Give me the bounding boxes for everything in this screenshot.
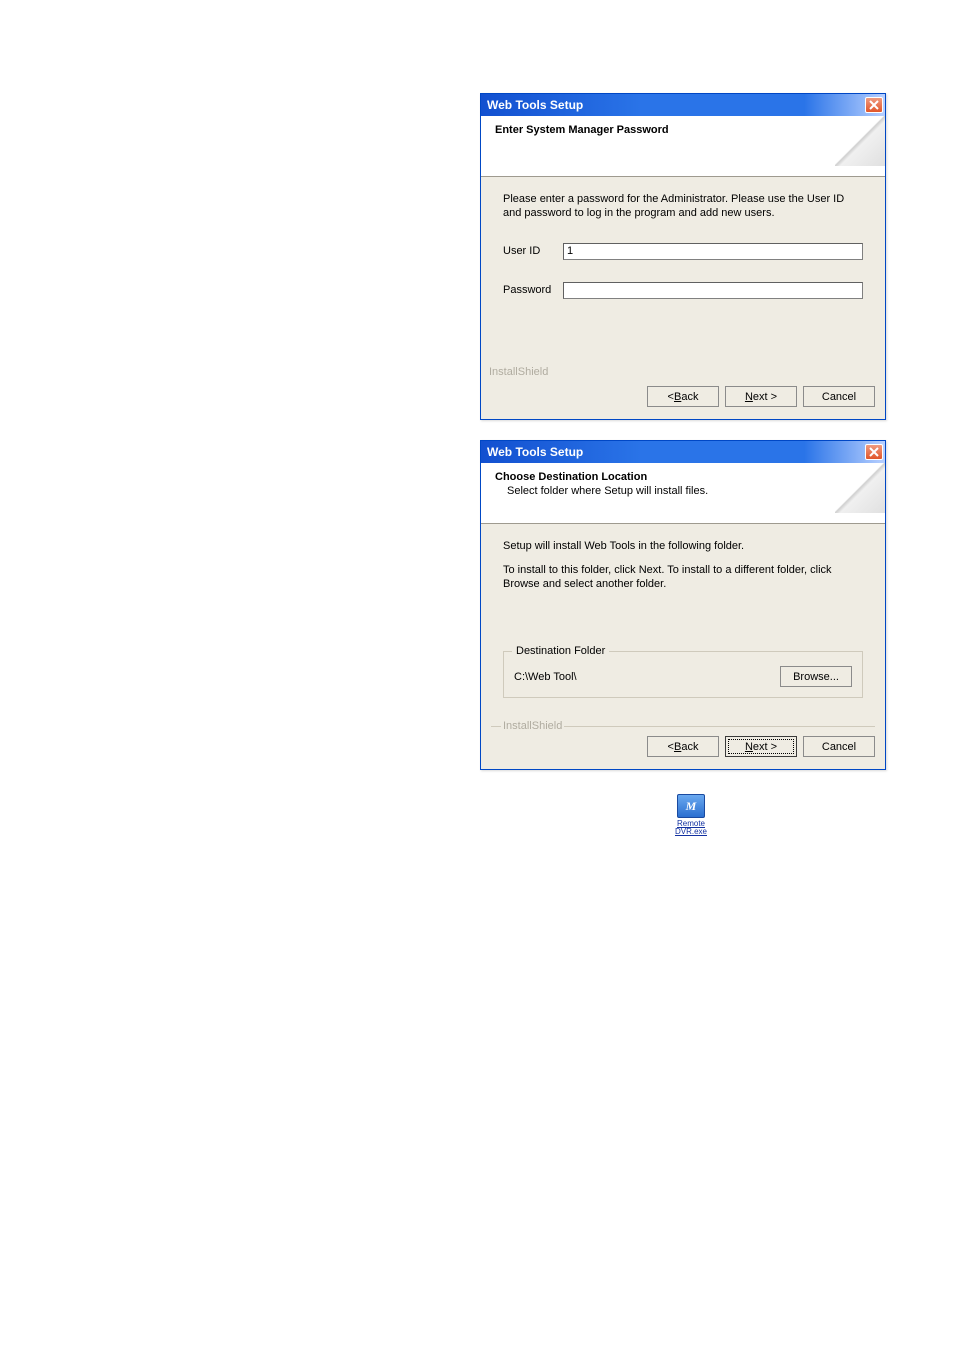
- titlebar[interactable]: Web Tools Setup: [481, 441, 885, 463]
- page-title: Choose Destination Location: [495, 471, 871, 483]
- dialog-body: Please enter a password for the Administ…: [481, 177, 885, 307]
- instruction-line2: To install to this folder, click Next. T…: [503, 564, 863, 592]
- group-title: Destination Folder: [512, 645, 609, 657]
- page-curl-graphic: [835, 116, 885, 166]
- back-button[interactable]: < Back: [647, 736, 719, 757]
- header-panel: Enter System Manager Password: [481, 116, 885, 177]
- cancel-button[interactable]: Cancel: [803, 386, 875, 407]
- cancel-button[interactable]: Cancel: [803, 736, 875, 757]
- installshield-label: InstallShield: [489, 366, 548, 378]
- userid-input[interactable]: [563, 243, 863, 260]
- close-icon[interactable]: [865, 444, 883, 460]
- window-title: Web Tools Setup: [487, 98, 583, 112]
- app-icon: M: [677, 794, 705, 818]
- window-title: Web Tools Setup: [487, 445, 583, 459]
- password-label: Password: [503, 284, 563, 296]
- page-title: Enter System Manager Password: [495, 124, 871, 136]
- userid-label: User ID: [503, 245, 563, 257]
- desktop-shortcut[interactable]: M Remote DVR.exe: [672, 794, 710, 837]
- destination-dialog: Web Tools Setup Choose Destination Locat…: [480, 440, 886, 770]
- dialog-body: Setup will install Web Tools in the foll…: [481, 524, 885, 706]
- installshield-label: InstallShield: [501, 720, 564, 732]
- page-subtitle: Select folder where Setup will install f…: [507, 485, 871, 497]
- instruction-text: Please enter a password for the Administ…: [503, 193, 863, 221]
- titlebar[interactable]: Web Tools Setup: [481, 94, 885, 116]
- next-button[interactable]: Next >: [725, 386, 797, 407]
- close-icon[interactable]: [865, 97, 883, 113]
- dialog-footer: < Back Next > Cancel: [481, 378, 885, 419]
- page-curl-graphic: [835, 463, 885, 513]
- shortcut-label: Remote DVR.exe: [675, 820, 707, 837]
- instruction-line1: Setup will install Web Tools in the foll…: [503, 540, 863, 554]
- destination-folder-group: Destination Folder C:\Web Tool\ Browse..…: [503, 651, 863, 698]
- browse-button[interactable]: Browse...: [780, 666, 852, 687]
- next-button[interactable]: Next >: [725, 736, 797, 757]
- header-panel: Choose Destination Location Select folde…: [481, 463, 885, 524]
- back-button[interactable]: < Back: [647, 386, 719, 407]
- dialog-footer: InstallShield < Back Next > Cancel: [481, 718, 885, 769]
- password-input[interactable]: [563, 282, 863, 299]
- destination-path: C:\Web Tool\: [514, 671, 577, 683]
- password-dialog: Web Tools Setup Enter System Manager Pas…: [480, 93, 886, 420]
